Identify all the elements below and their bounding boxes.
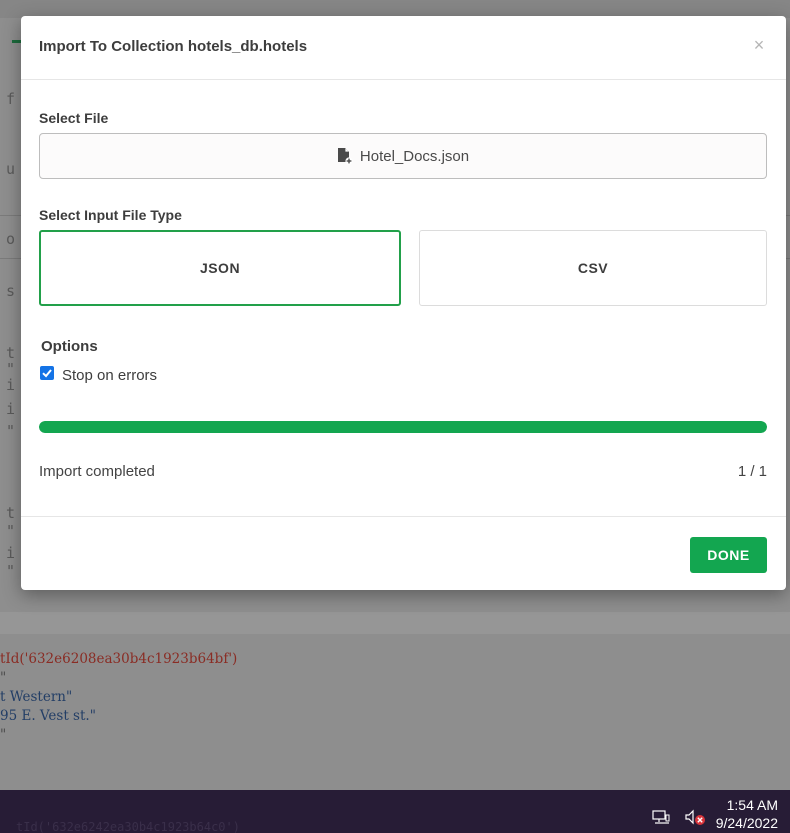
selected-file-name: Hotel_Docs.json (359, 147, 470, 165)
checkmark-icon (42, 369, 52, 378)
bg-letter: " (6, 562, 16, 580)
network-icon[interactable] (652, 810, 670, 824)
bg-letter: s (6, 282, 16, 300)
file-type-csv-label: CSV (577, 260, 609, 276)
bg-letter: t (6, 504, 16, 522)
background-band (0, 612, 790, 634)
bg-letter: i (6, 544, 16, 562)
bg-letter: " (6, 522, 16, 540)
stop-on-errors-checkbox[interactable] (40, 366, 54, 380)
close-icon[interactable]: × (748, 34, 770, 56)
dialog-title: Import To Collection hotels_db.hotels (39, 38, 308, 55)
bg-letter: " (6, 422, 16, 440)
select-file-label: Select File (39, 110, 109, 126)
file-add-icon (337, 148, 353, 165)
code-line: " (0, 670, 7, 686)
select-file-button[interactable]: Hotel_Docs.json (39, 133, 767, 179)
file-type-json-label: JSON (199, 260, 241, 276)
import-dialog: Import To Collection hotels_db.hotels × … (21, 16, 786, 590)
bg-letter: i (6, 376, 16, 394)
options-label: Options (41, 338, 98, 355)
file-type-json-button[interactable]: JSON (39, 230, 401, 306)
bg-letter: i (6, 400, 16, 418)
stop-on-errors-label[interactable]: Stop on errors (62, 367, 157, 384)
taskbar-ghost-text: tId('632e6242ea30b4c1923b64c0') (16, 820, 240, 833)
code-line: t Western" (0, 689, 73, 705)
dialog-footer-divider (21, 516, 786, 517)
done-button[interactable]: DONE (690, 537, 767, 573)
import-progress-fill (39, 421, 767, 433)
clock-date: 9/24/2022 (715, 815, 778, 831)
code-line: tId('632e6208ea30b4c1923b64bf') (0, 651, 238, 667)
import-progress-bar (39, 421, 767, 433)
bg-letter: f (6, 90, 16, 108)
bg-letter: o (6, 230, 16, 248)
volume-muted-icon[interactable] (684, 809, 706, 825)
import-count-text: 1 / 1 (737, 463, 767, 480)
code-line: 95 E. Vest st." (0, 708, 96, 724)
dialog-header: Import To Collection hotels_db.hotels × (21, 16, 786, 80)
import-status-text: Import completed (39, 463, 155, 480)
taskbar-clock[interactable]: 1:54 AM 9/24/2022 (716, 796, 778, 832)
code-line: " (0, 727, 7, 743)
background-code: tId('632e6208ea30b4c1923b64bf') " t West… (0, 650, 237, 745)
bg-letter: u (6, 160, 16, 178)
input-file-type-label: Select Input File Type (39, 207, 182, 223)
file-type-csv-button[interactable]: CSV (419, 230, 767, 306)
clock-time: 1:54 AM (726, 797, 778, 813)
